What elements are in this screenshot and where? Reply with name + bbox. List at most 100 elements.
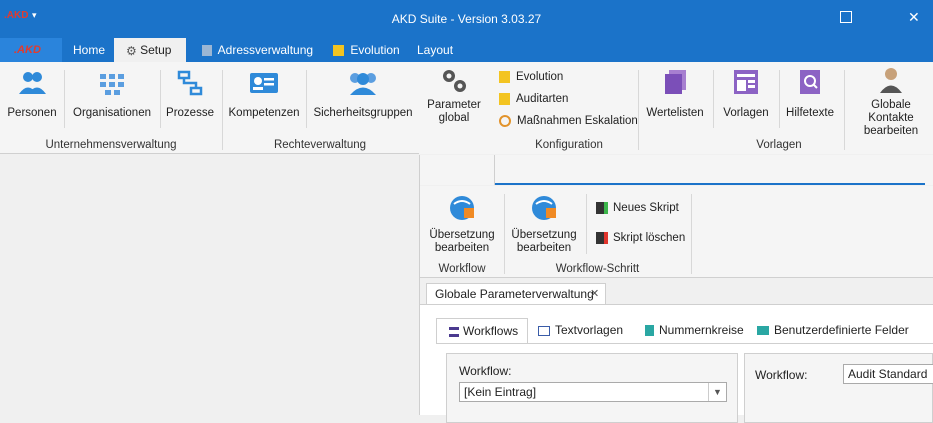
personen-button[interactable]: Personen xyxy=(4,70,60,120)
security-group-icon xyxy=(350,73,376,95)
document-area: Globale Parameterverwaltung ✕ Workflows … xyxy=(420,279,933,423)
chevron-down-icon[interactable]: ▼ xyxy=(708,383,726,401)
hilfetexte-button[interactable]: Hilfetexte xyxy=(783,68,837,120)
uebersetzung-schritt-button[interactable]: Übersetzung bearbeiten xyxy=(508,194,580,255)
title-bar: .AKD ▾ AKD Suite - Version 3.03.27 ✕ xyxy=(0,0,933,38)
massnahmen-eskalation-button[interactable]: Maßnahmen Eskalation xyxy=(499,111,638,131)
group-label-vorlagen: Vorlagen xyxy=(756,139,802,151)
separator xyxy=(160,70,161,128)
wertelisten-label: Wertelisten xyxy=(646,107,704,119)
kompetenzen-label: Kompetenzen xyxy=(228,107,300,119)
separator xyxy=(691,194,692,274)
tab-workflows[interactable]: Workflows xyxy=(436,318,528,344)
workflow-dropdown[interactable]: [Kein Eintrag] ▼ xyxy=(459,382,727,402)
group-label-workflow-schritt: Workflow-Schritt xyxy=(555,263,640,275)
workflow-detail-value-text: Audit Standard xyxy=(848,367,928,381)
active-tab-underline xyxy=(495,183,925,185)
sicherheitsgruppen-button[interactable]: Sicherheitsgruppen xyxy=(312,70,414,120)
kompetenzen-button[interactable]: Kompetenzen xyxy=(227,70,301,120)
wertelisten-button[interactable]: Wertelisten xyxy=(645,68,705,120)
evolution-label: Evolution xyxy=(516,71,564,83)
workflow-detail-value[interactable]: Audit Standard xyxy=(843,364,933,384)
uebersetzung-workflow-button[interactable]: Übersetzung bearbeiten xyxy=(426,194,498,255)
custom-fields-icon xyxy=(757,326,769,336)
separator xyxy=(222,70,223,150)
globale-kontakte-label-1: Globale Kontakte xyxy=(868,99,914,124)
separator xyxy=(779,70,780,128)
hilfetexte-label: Hilfetexte xyxy=(786,107,834,119)
process-flow-icon xyxy=(177,70,203,96)
skript-loeschen-button[interactable]: Skript löschen xyxy=(596,228,685,248)
prozesse-button[interactable]: Prozesse xyxy=(163,70,217,120)
tab-divider xyxy=(436,343,933,344)
sicherheitsgruppen-label: Sicherheitsgruppen xyxy=(313,107,413,119)
id-card-icon xyxy=(250,73,278,93)
app-menu-button[interactable]: .AKD xyxy=(0,38,62,62)
tab-nummernkreise-label: Nummernkreise xyxy=(659,323,744,337)
restore-icon[interactable] xyxy=(840,11,852,23)
gear-icon: ⚙ xyxy=(126,43,137,58)
tab-adressverwaltung[interactable]: Adressverwaltung xyxy=(194,38,321,62)
parameter-global-label-1: Parameter xyxy=(427,99,481,111)
close-window-icon[interactable]: ✕ xyxy=(908,9,920,26)
prozesse-label: Prozesse xyxy=(166,107,214,119)
personen-label: Personen xyxy=(7,107,57,119)
workflow-stack-icon xyxy=(449,326,459,337)
help-book-icon xyxy=(800,70,820,94)
tab-adressverwaltung-label: Adressverwaltung xyxy=(217,43,314,57)
tab-benutzerdefinierte-felder[interactable]: Benutzerdefinierte Felder xyxy=(757,318,909,344)
translate-globe-icon xyxy=(450,196,474,220)
doc-tab-globale-parameterverwaltung[interactable]: Globale Parameterverwaltung ✕ xyxy=(426,283,606,305)
folder-icon xyxy=(499,92,510,105)
close-tab-icon[interactable]: ✕ xyxy=(590,284,599,304)
organization-icon xyxy=(100,74,124,95)
auditarten-button[interactable]: Auditarten xyxy=(499,89,568,109)
folder-icon xyxy=(333,45,344,57)
text-template-icon xyxy=(538,325,550,336)
separator xyxy=(713,70,714,128)
separator xyxy=(64,70,65,128)
tab-setup[interactable]: ⚙ Setup xyxy=(114,38,186,62)
window-title: AKD Suite - Version 3.03.27 xyxy=(391,12,542,26)
workflow-detail-label: Workflow: xyxy=(755,368,808,382)
separator xyxy=(844,70,845,150)
building-icon xyxy=(202,45,212,57)
lists-icon xyxy=(665,70,686,94)
tab-evolution[interactable]: Evolution xyxy=(325,38,408,62)
tab-textvorlagen[interactable]: Textvorlagen xyxy=(538,318,623,344)
uebersetzung-label-1: Übersetzung xyxy=(511,229,577,241)
ribbon-tab-row: .AKD Home ⚙ Setup Adressverwaltung Evolu… xyxy=(0,38,933,62)
doc-tab-label: Globale Parameterverwaltung xyxy=(435,287,594,301)
number-range-icon xyxy=(645,325,654,337)
workflow-field-label: Workflow: xyxy=(459,364,512,378)
delete-script-icon xyxy=(596,231,608,244)
separator xyxy=(638,70,639,150)
group-label-rechteverwaltung: Rechteverwaltung xyxy=(273,139,367,151)
folder-icon xyxy=(499,70,510,83)
parameter-global-button[interactable]: Parameter global xyxy=(425,66,483,125)
group-label-konfiguration: Konfiguration xyxy=(535,139,603,151)
globale-kontakte-button[interactable]: Globale Kontakte bearbeiten xyxy=(849,66,933,138)
tab-nummernkreise[interactable]: Nummernkreise xyxy=(645,318,744,344)
workflow-dropdown-value: [Kein Eintrag] xyxy=(464,385,537,399)
separator xyxy=(586,194,587,254)
translate-globe-icon xyxy=(532,196,556,220)
tab-workflows-label: Workflows xyxy=(463,324,519,338)
vorlagen-label: Vorlagen xyxy=(723,107,769,119)
tab-textvorlagen-label: Textvorlagen xyxy=(555,323,624,337)
contact-icon xyxy=(880,68,902,93)
tab-layout[interactable]: Layout xyxy=(409,38,461,62)
vorlagen-button[interactable]: Vorlagen xyxy=(719,68,773,120)
konfiguration-ribbon: Parameter global Evolution Auditarten Ma… xyxy=(419,62,933,154)
workflow-ribbon: Übersetzung bearbeiten Übersetzung bearb… xyxy=(420,186,933,278)
group-label-workflow: Workflow xyxy=(438,263,486,275)
neues-skript-button[interactable]: Neues Skript xyxy=(596,198,679,218)
evolution-button[interactable]: Evolution xyxy=(499,67,563,87)
separator xyxy=(494,155,495,185)
separator xyxy=(306,70,307,128)
organisationen-button[interactable]: Organisationen xyxy=(70,70,154,120)
tab-home[interactable]: Home xyxy=(65,38,113,62)
workflow-selection-panel: Workflow: [Kein Eintrag] ▼ xyxy=(446,353,738,423)
group-label-unternehmensverwaltung: Unternehmensverwaltung xyxy=(45,139,177,151)
uebersetzung-label-1: Übersetzung xyxy=(429,229,495,241)
